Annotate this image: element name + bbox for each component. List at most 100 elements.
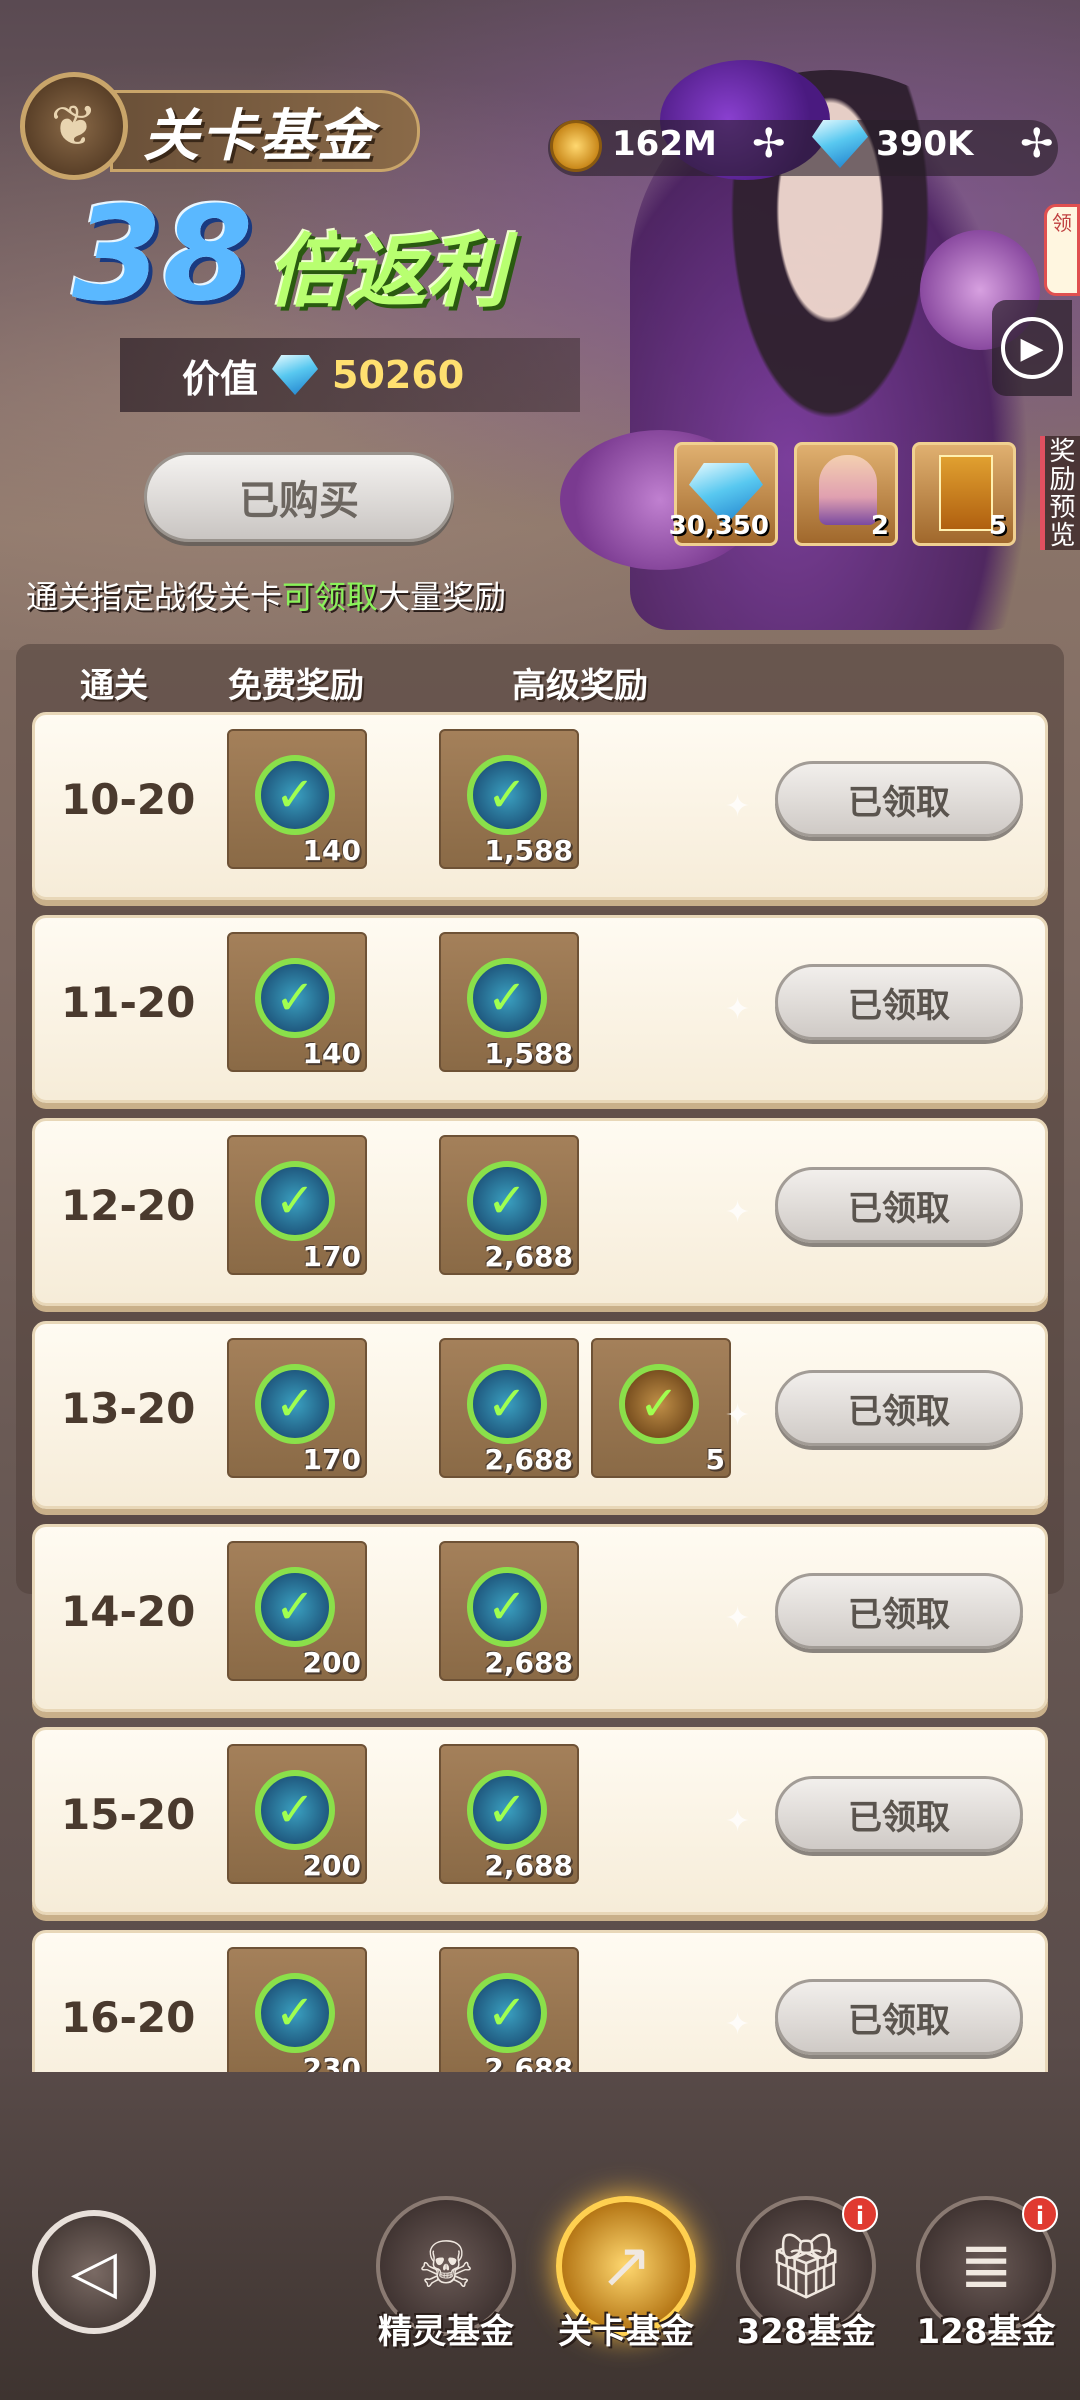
sparkle-icon: ✦ [725, 2007, 751, 2042]
free-reward-slot[interactable]: ✓ 140 [227, 729, 367, 869]
stage-label: 10-20 [61, 775, 196, 824]
sparkle-icon: ✦ [725, 789, 751, 824]
gold-coin-icon [550, 120, 602, 172]
claimed-button[interactable]: 已领取 [775, 1370, 1023, 1446]
reward-count: 5 [988, 511, 1007, 541]
rebate-banner: 38 倍返利 [72, 178, 507, 330]
info-badge-icon: i [842, 2196, 878, 2232]
nav-328-fund[interactable]: 🎁︎ 328基金 i [726, 2196, 886, 2376]
list-item: 13-20 ✓ 170 ✓ 2,688 ✓ 5 ✦ 已领取 [32, 1321, 1048, 1509]
check-icon: ✓ [255, 755, 335, 835]
play-icon: ▶ [1001, 317, 1063, 379]
claimed-button[interactable]: 已领取 [775, 964, 1023, 1040]
play-video-button[interactable]: ▶ [992, 300, 1072, 396]
rebate-number: 38 [72, 178, 253, 330]
add-gold-icon[interactable]: ✢ [752, 124, 786, 164]
add-diamond-icon[interactable]: ✢ [1020, 124, 1054, 164]
nav-stage-fund[interactable]: ↗ 关卡基金 [546, 2196, 706, 2376]
free-reward-slot[interactable]: ✓ 170 [227, 1338, 367, 1478]
stage-label: 11-20 [61, 978, 196, 1027]
free-reward-slot[interactable]: ✓ 170 [227, 1135, 367, 1275]
description: 通关指定战役关卡可领取大量奖励 [26, 578, 507, 616]
hero-portrait-icon [819, 455, 877, 525]
check-icon: ✓ [255, 1567, 335, 1647]
list-item: 11-20 ✓ 140 ✓ 1,588 ✦ 已领取 [32, 915, 1048, 1103]
value-amount: 50260 [332, 353, 465, 397]
check-icon: ✓ [255, 1973, 335, 2053]
reward-count: 2 [870, 511, 889, 541]
stage-label: 12-20 [61, 1181, 196, 1230]
sparkle-icon: ✦ [725, 1804, 751, 1839]
header-free-reward: 免费奖励 [228, 666, 364, 706]
claimed-button[interactable]: 已领取 [775, 1167, 1023, 1243]
premium-reward-slot[interactable]: ✓ 2,688 [439, 1135, 579, 1275]
header-stage: 通关 [80, 666, 148, 706]
check-icon: ✓ [467, 1973, 547, 2053]
list-item: 10-20 ✓ 140 ✓ 1,588 ✦ 已领取 [32, 712, 1048, 900]
nav-128-fund[interactable]: ≣ 128基金 i [906, 2196, 1066, 2376]
check-icon: ✓ [467, 1161, 547, 1241]
premium-extra-reward-slot[interactable]: ✓ 5 [591, 1338, 731, 1478]
list-item: 12-20 ✓ 170 ✓ 2,688 ✦ 已领取 [32, 1118, 1048, 1306]
list-item: 14-20 ✓ 200 ✓ 2,688 ✦ 已领取 [32, 1524, 1048, 1712]
free-reward-slot[interactable]: ✓ 200 [227, 1541, 367, 1681]
claimed-button[interactable]: 已领取 [775, 761, 1023, 837]
nav-label: 精灵基金 [378, 2312, 514, 2352]
nav-spirit-fund[interactable]: ☠ 精灵基金 [366, 2196, 526, 2376]
diamond-icon [272, 355, 319, 395]
sparkle-icon: ✦ [725, 1195, 751, 1230]
claim-side-tab[interactable]: 领 [1044, 204, 1080, 296]
premium-reward-slot[interactable]: ✓ 1,588 [439, 729, 579, 869]
reward-count: 30,350 [668, 511, 769, 541]
summon-card-icon [939, 455, 993, 531]
premium-reward-slot[interactable]: ✓ 1,588 [439, 932, 579, 1072]
value-label: 价值 [182, 356, 259, 401]
check-icon: ✓ [467, 1770, 547, 1850]
stage-label: 16-20 [61, 1993, 196, 2042]
stage-label: 15-20 [61, 1790, 196, 1839]
check-icon: ✓ [467, 1364, 547, 1444]
claimed-button[interactable]: 已领取 [775, 1979, 1023, 2055]
nav-label: 关卡基金 [558, 2312, 694, 2352]
description-highlight: 可领取 [282, 578, 379, 616]
check-icon: ✓ [255, 958, 335, 1038]
bought-button[interactable]: 已购买 [144, 452, 454, 542]
premium-reward-slot[interactable]: ✓ 2,688 [439, 1338, 579, 1478]
title-plate: 关卡基金 [110, 90, 420, 172]
sparkle-icon: ✦ [725, 1398, 751, 1433]
stage-label: 14-20 [61, 1587, 196, 1636]
value-bar: 价值 50260 [120, 338, 580, 412]
nav-label: 328基金 [736, 2312, 876, 2352]
preview-reward-diamond[interactable]: 30,350 [669, 442, 778, 546]
claimed-button[interactable]: 已领取 [775, 1573, 1023, 1649]
reward-preview-tab[interactable]: 奖励预览 [1040, 436, 1080, 550]
premium-reward-slot[interactable]: ✓ 2,688 [439, 1744, 579, 1884]
free-reward-slot[interactable]: ✓ 140 [227, 932, 367, 1072]
tree-emblem-icon: ❦ [20, 72, 128, 180]
premium-reward-slot[interactable]: ✓ 2,688 [439, 1541, 579, 1681]
free-reward-slot[interactable]: ✓ 200 [227, 1744, 367, 1884]
back-arrow-icon: ◁ [70, 2237, 118, 2307]
check-icon: ✓ [619, 1364, 699, 1444]
check-icon: ✓ [467, 958, 547, 1038]
check-icon: ✓ [255, 1364, 335, 1444]
preview-reward-summon[interactable]: 5 [912, 442, 1016, 546]
list-item: 16-20 ✓ 230 ✓ 2,688 ✦ 已领取 [32, 1930, 1048, 2072]
check-icon: ✓ [467, 755, 547, 835]
back-button[interactable]: ◁ [32, 2210, 156, 2334]
check-icon: ✓ [255, 1161, 335, 1241]
claimed-button[interactable]: 已领取 [775, 1776, 1023, 1852]
check-icon: ✓ [255, 1770, 335, 1850]
preview-reward-hero[interactable]: 2 [794, 442, 898, 546]
free-reward-slot[interactable]: ✓ 230 [227, 1947, 367, 2072]
rebate-text: 倍返利 [266, 225, 507, 318]
nav-label: 128基金 [916, 2312, 1056, 2352]
page-title: 关卡基金 [143, 103, 375, 169]
gold-amount: 162M [612, 124, 717, 164]
reward-list[interactable]: 10-20 ✓ 140 ✓ 1,588 ✦ 已领取 11-20 ✓ 140 ✓ 1,58… [30, 712, 1050, 2072]
check-icon: ✓ [467, 1567, 547, 1647]
list-item: 15-20 ✓ 200 ✓ 2,688 ✦ 已领取 [32, 1727, 1048, 1915]
info-badge-icon: i [1022, 2196, 1058, 2232]
premium-reward-slot[interactable]: ✓ 2,688 [439, 1947, 579, 2072]
header-premium-reward: 高级奖励 [512, 666, 648, 706]
